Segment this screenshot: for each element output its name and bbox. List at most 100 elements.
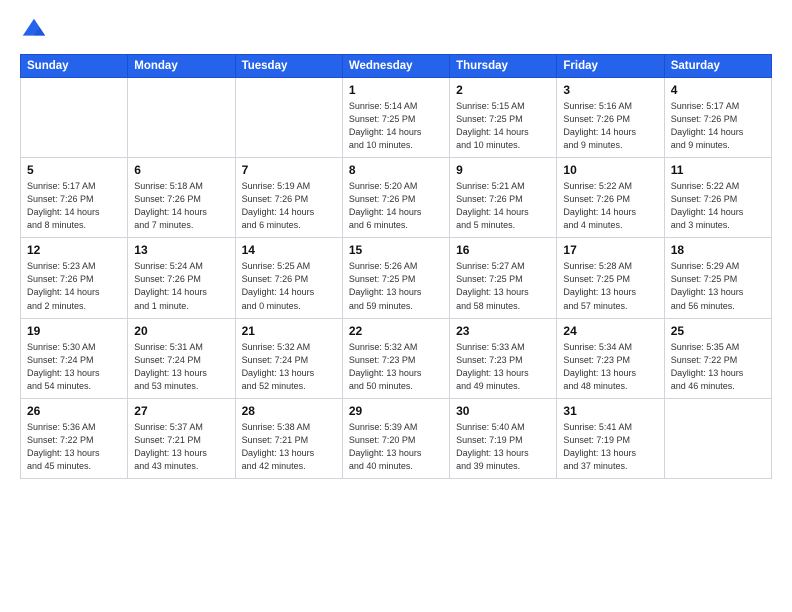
calendar-cell: 29 Sunrise: 5:39 AMSunset: 7:20 PMDayligh…: [342, 398, 449, 478]
day-info: Sunrise: 5:34 AMSunset: 7:23 PMDaylight:…: [563, 341, 657, 393]
day-info: Sunrise: 5:19 AMSunset: 7:26 PMDaylight:…: [242, 180, 336, 232]
logo-icon: [20, 16, 48, 44]
day-info: Sunrise: 5:31 AMSunset: 7:24 PMDaylight:…: [134, 341, 228, 393]
day-info: Sunrise: 5:40 AMSunset: 7:19 PMDaylight:…: [456, 421, 550, 473]
calendar-cell: 18 Sunrise: 5:29 AMSunset: 7:25 PMDayligh…: [664, 238, 771, 318]
day-info: Sunrise: 5:37 AMSunset: 7:21 PMDaylight:…: [134, 421, 228, 473]
calendar-cell: [664, 398, 771, 478]
day-info: Sunrise: 5:22 AMSunset: 7:26 PMDaylight:…: [671, 180, 765, 232]
calendar-cell: 17Sunrise: 5:28 AMSunset: 7:25 PMDayligh…: [557, 238, 664, 318]
day-number: 11: [671, 163, 765, 177]
day-of-week-header: Saturday: [664, 55, 771, 78]
calendar-cell: 19 Sunrise: 5:30 AMSunset: 7:24 PMDayligh…: [21, 318, 128, 398]
day-info: Sunrise: 5:18 AMSunset: 7:26 PMDaylight:…: [134, 180, 228, 232]
calendar-cell: 31 Sunrise: 5:41 AMSunset: 7:19 PMDayligh…: [557, 398, 664, 478]
day-number: 23: [456, 324, 550, 338]
calendar-cell: 14 Sunrise: 5:25 AMSunset: 7:26 PMDayligh…: [235, 238, 342, 318]
calendar-cell: 3 Sunrise: 5:16 AMSunset: 7:26 PMDaylight…: [557, 78, 664, 158]
day-info: Sunrise: 5:23 AMSunset: 7:26 PMDaylight:…: [27, 260, 121, 312]
day-info: Sunrise: 5:20 AMSunset: 7:26 PMDaylight:…: [349, 180, 443, 232]
day-number: 3: [563, 83, 657, 97]
day-info: Sunrise: 5:25 AMSunset: 7:26 PMDaylight:…: [242, 260, 336, 312]
calendar-cell: 12 Sunrise: 5:23 AMSunset: 7:26 PMDayligh…: [21, 238, 128, 318]
days-header-row: SundayMondayTuesdayWednesdayThursdayFrid…: [21, 55, 772, 78]
calendar-cell: 11 Sunrise: 5:22 AMSunset: 7:26 PMDayligh…: [664, 158, 771, 238]
calendar-cell: 2 Sunrise: 5:15 AMSunset: 7:25 PMDaylight…: [450, 78, 557, 158]
day-number: 16: [456, 243, 550, 257]
day-number: 10: [563, 163, 657, 177]
day-info: Sunrise: 5:39 AMSunset: 7:20 PMDaylight:…: [349, 421, 443, 473]
day-number: 22: [349, 324, 443, 338]
week-row: 26 Sunrise: 5:36 AMSunset: 7:22 PMDayligh…: [21, 398, 772, 478]
calendar-cell: 25Sunrise: 5:35 AMSunset: 7:22 PMDayligh…: [664, 318, 771, 398]
calendar-cell: 28Sunrise: 5:38 AMSunset: 7:21 PMDayligh…: [235, 398, 342, 478]
day-info: Sunrise: 5:15 AMSunset: 7:25 PMDaylight:…: [456, 100, 550, 152]
day-number: 27: [134, 404, 228, 418]
logo: [20, 16, 52, 44]
calendar-cell: 13 Sunrise: 5:24 AMSunset: 7:26 PMDayligh…: [128, 238, 235, 318]
day-number: 12: [27, 243, 121, 257]
calendar-cell: 26 Sunrise: 5:36 AMSunset: 7:22 PMDayligh…: [21, 398, 128, 478]
day-number: 4: [671, 83, 765, 97]
calendar-cell: [235, 78, 342, 158]
day-of-week-header: Wednesday: [342, 55, 449, 78]
calendar-cell: 6 Sunrise: 5:18 AMSunset: 7:26 PMDaylight…: [128, 158, 235, 238]
day-number: 1: [349, 83, 443, 97]
calendar-cell: 9 Sunrise: 5:21 AMSunset: 7:26 PMDaylight…: [450, 158, 557, 238]
day-info: Sunrise: 5:14 AMSunset: 7:25 PMDaylight:…: [349, 100, 443, 152]
day-number: 30: [456, 404, 550, 418]
day-info: Sunrise: 5:24 AMSunset: 7:26 PMDaylight:…: [134, 260, 228, 312]
day-info: Sunrise: 5:26 AMSunset: 7:25 PMDaylight:…: [349, 260, 443, 312]
week-row: 5Sunrise: 5:17 AMSunset: 7:26 PMDaylight…: [21, 158, 772, 238]
day-info: Sunrise: 5:32 AMSunset: 7:24 PMDaylight:…: [242, 341, 336, 393]
calendar-cell: 8 Sunrise: 5:20 AMSunset: 7:26 PMDaylight…: [342, 158, 449, 238]
calendar-cell: [21, 78, 128, 158]
calendar-cell: 4 Sunrise: 5:17 AMSunset: 7:26 PMDaylight…: [664, 78, 771, 158]
header: [20, 16, 772, 44]
day-info: Sunrise: 5:21 AMSunset: 7:26 PMDaylight:…: [456, 180, 550, 232]
calendar-cell: 15Sunrise: 5:26 AMSunset: 7:25 PMDayligh…: [342, 238, 449, 318]
day-of-week-header: Monday: [128, 55, 235, 78]
calendar-cell: 23Sunrise: 5:33 AMSunset: 7:23 PMDayligh…: [450, 318, 557, 398]
day-number: 18: [671, 243, 765, 257]
day-info: Sunrise: 5:17 AMSunset: 7:26 PMDaylight:…: [671, 100, 765, 152]
day-info: Sunrise: 5:32 AMSunset: 7:23 PMDaylight:…: [349, 341, 443, 393]
day-number: 26: [27, 404, 121, 418]
calendar-cell: 30 Sunrise: 5:40 AMSunset: 7:19 PMDayligh…: [450, 398, 557, 478]
calendar-cell: [128, 78, 235, 158]
day-number: 6: [134, 163, 228, 177]
day-info: Sunrise: 5:16 AMSunset: 7:26 PMDaylight:…: [563, 100, 657, 152]
week-row: 12 Sunrise: 5:23 AMSunset: 7:26 PMDayligh…: [21, 238, 772, 318]
day-number: 29: [349, 404, 443, 418]
calendar-cell: 16Sunrise: 5:27 AMSunset: 7:25 PMDayligh…: [450, 238, 557, 318]
day-number: 14: [242, 243, 336, 257]
day-number: 25: [671, 324, 765, 338]
calendar-cell: 7 Sunrise: 5:19 AMSunset: 7:26 PMDaylight…: [235, 158, 342, 238]
day-number: 9: [456, 163, 550, 177]
day-number: 13: [134, 243, 228, 257]
calendar-cell: 1 Sunrise: 5:14 AMSunset: 7:25 PMDaylight…: [342, 78, 449, 158]
day-number: 2: [456, 83, 550, 97]
day-info: Sunrise: 5:29 AMSunset: 7:25 PMDaylight:…: [671, 260, 765, 312]
calendar-cell: 10Sunrise: 5:22 AMSunset: 7:26 PMDayligh…: [557, 158, 664, 238]
page: SundayMondayTuesdayWednesdayThursdayFrid…: [0, 0, 792, 612]
day-info: Sunrise: 5:41 AMSunset: 7:19 PMDaylight:…: [563, 421, 657, 473]
day-of-week-header: Friday: [557, 55, 664, 78]
calendar-cell: 22 Sunrise: 5:32 AMSunset: 7:23 PMDayligh…: [342, 318, 449, 398]
day-number: 8: [349, 163, 443, 177]
day-number: 19: [27, 324, 121, 338]
calendar-cell: 20 Sunrise: 5:31 AMSunset: 7:24 PMDayligh…: [128, 318, 235, 398]
day-info: Sunrise: 5:17 AMSunset: 7:26 PMDaylight:…: [27, 180, 121, 232]
day-info: Sunrise: 5:30 AMSunset: 7:24 PMDaylight:…: [27, 341, 121, 393]
calendar-cell: 27 Sunrise: 5:37 AMSunset: 7:21 PMDayligh…: [128, 398, 235, 478]
calendar: SundayMondayTuesdayWednesdayThursdayFrid…: [20, 54, 772, 479]
day-info: Sunrise: 5:28 AMSunset: 7:25 PMDaylight:…: [563, 260, 657, 312]
day-number: 20: [134, 324, 228, 338]
day-of-week-header: Sunday: [21, 55, 128, 78]
day-number: 31: [563, 404, 657, 418]
day-number: 28: [242, 404, 336, 418]
day-number: 7: [242, 163, 336, 177]
day-of-week-header: Tuesday: [235, 55, 342, 78]
day-number: 24: [563, 324, 657, 338]
day-info: Sunrise: 5:36 AMSunset: 7:22 PMDaylight:…: [27, 421, 121, 473]
